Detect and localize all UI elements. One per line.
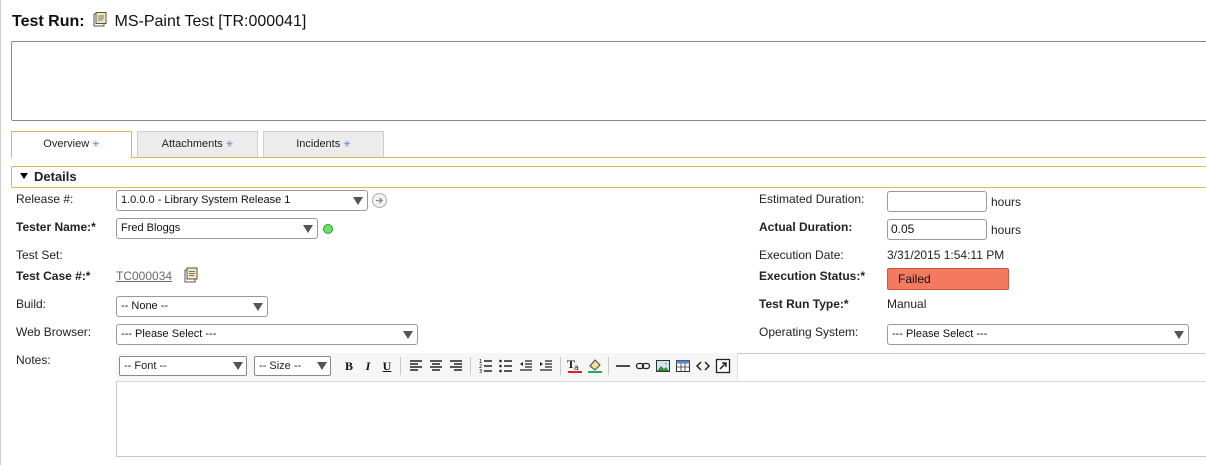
- test-run-icon: [93, 12, 107, 27]
- tab-overview-label: Overview: [43, 138, 90, 150]
- font-select-value: -- Font --: [124, 360, 167, 372]
- italic-button[interactable]: I: [359, 357, 377, 375]
- execution-date-label: Execution Date:: [759, 248, 844, 262]
- details-section-header[interactable]: Details: [11, 166, 1206, 188]
- build-label: Build:: [16, 297, 47, 311]
- go-to-release-icon[interactable]: [372, 193, 387, 208]
- tab-asterisk-icon: ✳: [343, 139, 351, 149]
- test-set-label: Test Set:: [16, 248, 63, 262]
- test-case-label: Test Case #:*: [16, 269, 91, 283]
- execution-status-label: Execution Status:*: [759, 269, 866, 283]
- tab-asterisk-icon: ✳: [225, 139, 234, 149]
- online-status-icon: [323, 224, 333, 234]
- actual-duration-input[interactable]: 0.05: [887, 219, 987, 240]
- tab-attachments-label: Attachments: [161, 138, 223, 150]
- actual-duration-label: Actual Duration:: [759, 220, 853, 234]
- actual-duration-unit: hours: [991, 223, 1022, 237]
- font-family-select[interactable]: -- Font --: [119, 356, 247, 376]
- description-textarea[interactable]: [11, 41, 1206, 121]
- toolbar-separator: [608, 357, 609, 375]
- estimated-duration-input[interactable]: [887, 191, 987, 212]
- svg-text:a: a: [574, 363, 579, 372]
- collapse-triangle-icon[interactable]: [20, 173, 28, 179]
- align-left-icon[interactable]: [408, 358, 424, 374]
- svg-text:3: 3: [479, 369, 482, 374]
- align-right-icon[interactable]: [448, 358, 464, 374]
- toolbar-separator: [560, 357, 561, 375]
- bold-button[interactable]: B: [340, 357, 358, 375]
- source-code-icon[interactable]: [695, 358, 711, 374]
- link-icon[interactable]: [635, 358, 651, 374]
- execution-status-badge: Failed: [887, 268, 1009, 290]
- tab-incidents-label: Incidents: [296, 138, 341, 150]
- tab-attachments[interactable]: Attachments ✳: [137, 131, 258, 157]
- estimated-duration-label: Estimated Duration:: [759, 192, 865, 206]
- estimated-duration-unit: hours: [991, 195, 1022, 209]
- tester-name-select-value: Fred Bloggs: [121, 222, 181, 234]
- toolbar-divider: [116, 381, 1206, 382]
- release-select[interactable]: 1.0.0.0 - Library System Release 1: [116, 190, 368, 211]
- release-label: Release #:: [16, 192, 74, 206]
- horizontal-rule-icon[interactable]: [615, 358, 631, 374]
- page-title-name: MS-Paint Test [TR:000041]: [114, 13, 307, 30]
- dropdown-arrow-icon: [1174, 331, 1184, 339]
- maximize-icon[interactable]: [715, 358, 731, 374]
- operating-system-select[interactable]: --- Please Select ---: [887, 324, 1189, 345]
- tab-overview[interactable]: Overview ✳: [11, 131, 132, 158]
- dropdown-arrow-icon: [253, 303, 263, 311]
- size-select-value: -- Size --: [259, 360, 302, 372]
- unordered-list-icon[interactable]: [498, 358, 514, 374]
- table-icon[interactable]: [675, 358, 691, 374]
- dropdown-arrow-icon: [317, 362, 327, 370]
- image-icon[interactable]: [655, 358, 671, 374]
- align-center-icon[interactable]: [428, 358, 444, 374]
- dropdown-arrow-icon: [233, 362, 243, 370]
- notes-label: Notes:: [16, 353, 51, 367]
- dropdown-arrow-icon: [403, 331, 413, 339]
- tab-underline: [11, 157, 1206, 158]
- tester-name-select[interactable]: Fred Bloggs: [116, 218, 318, 239]
- page-left-border: [0, 0, 1, 465]
- build-select[interactable]: -- None --: [116, 296, 268, 317]
- test-case-icon[interactable]: [184, 267, 199, 283]
- tester-name-label: Tester Name:*: [16, 220, 96, 234]
- underline-button[interactable]: U: [378, 357, 396, 375]
- test-run-type-value: Manual: [887, 297, 927, 311]
- ordered-list-icon[interactable]: 123: [478, 358, 494, 374]
- tab-incidents[interactable]: Incidents ✳: [263, 131, 384, 157]
- background-color-icon[interactable]: [587, 357, 603, 374]
- release-select-value: 1.0.0.0 - Library System Release 1: [121, 194, 291, 206]
- tab-asterisk-icon: ✳: [92, 139, 100, 149]
- outdent-icon[interactable]: [518, 358, 534, 374]
- test-run-type-label: Test Run Type:*: [759, 297, 849, 311]
- details-header-label: Details: [34, 169, 77, 184]
- toolbar-separator: [400, 357, 401, 375]
- dropdown-arrow-icon: [303, 225, 313, 233]
- build-select-value: -- None --: [121, 300, 169, 312]
- web-browser-select-value: --- Please Select ---: [121, 328, 217, 340]
- page-title-label: Test Run:: [12, 13, 85, 30]
- operating-system-select-value: --- Please Select ---: [892, 328, 988, 340]
- text-color-icon[interactable]: Ta: [567, 357, 583, 374]
- operating-system-label: Operating System:: [759, 325, 859, 339]
- toolbar-separator: [470, 357, 471, 375]
- execution-date-value: 3/31/2015 1:54:11 PM: [887, 248, 1005, 262]
- web-browser-select[interactable]: --- Please Select ---: [116, 324, 418, 345]
- page-title: Test Run: MS-Paint Test [TR:000041]: [12, 12, 306, 31]
- test-case-link[interactable]: TC000034: [116, 269, 172, 283]
- dropdown-arrow-icon: [353, 197, 363, 205]
- font-size-select[interactable]: -- Size --: [254, 356, 331, 376]
- indent-icon[interactable]: [538, 358, 554, 374]
- web-browser-label: Web Browser:: [16, 325, 92, 339]
